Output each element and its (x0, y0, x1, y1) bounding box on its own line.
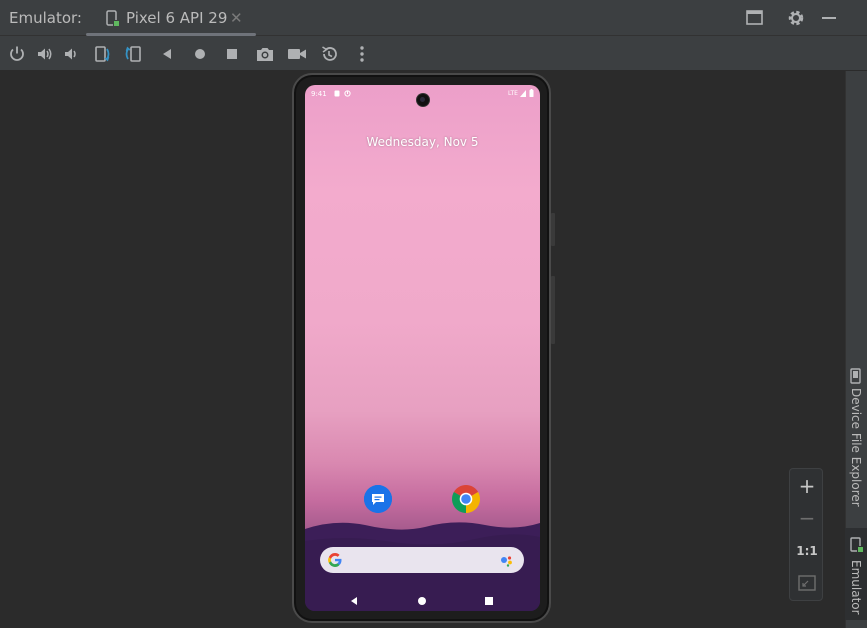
overview-icon[interactable] (221, 43, 243, 65)
tool-window-header: Emulator: Pixel 6 API 29 ✕ (0, 0, 867, 36)
close-icon[interactable]: ✕ (230, 9, 243, 27)
snapshot-icon[interactable] (319, 43, 341, 65)
minimize-icon[interactable] (819, 8, 839, 28)
tab-emulator[interactable]: Emulator (845, 528, 867, 620)
signal-icon (520, 90, 526, 99)
messages-icon[interactable] (364, 485, 392, 513)
tool-window-title: Emulator: (9, 9, 82, 27)
zoom-in-button[interactable]: + (795, 474, 819, 498)
volume-down-icon[interactable] (61, 43, 83, 65)
notification-icon (334, 90, 340, 99)
home-icon[interactable] (189, 43, 211, 65)
tab-device-file-explorer[interactable]: Device File Explorer (845, 364, 867, 514)
screenshot-icon[interactable] (254, 43, 276, 65)
google-search-bar[interactable] (320, 547, 524, 573)
rotate-right-icon[interactable] (123, 43, 145, 65)
tab-label: Emulator (849, 560, 863, 615)
power-icon[interactable] (6, 43, 28, 65)
screen-record-icon[interactable] (286, 43, 308, 65)
chrome-icon[interactable] (452, 485, 480, 513)
front-camera (417, 94, 429, 106)
more-icon[interactable] (351, 43, 373, 65)
gear-icon[interactable] (786, 8, 806, 28)
device-volume-button[interactable] (551, 276, 555, 344)
device-file-explorer-icon (850, 368, 862, 387)
rotate-left-icon[interactable] (90, 43, 112, 65)
assistant-icon[interactable] (500, 553, 514, 572)
device-screen[interactable]: 9:41 LTE Wednesday, Nov 5 (305, 85, 540, 611)
navigation-bar (305, 581, 540, 611)
back-icon[interactable] (156, 43, 178, 65)
tab-label: Device File Explorer (849, 388, 863, 507)
tab-pixel-6-api-29[interactable]: Pixel 6 API 29 ✕ (86, 0, 256, 36)
actual-size-button[interactable]: 1:1 (795, 539, 819, 563)
sync-icon (344, 90, 351, 99)
nav-back-icon[interactable] (349, 591, 359, 610)
google-logo-icon (327, 552, 343, 572)
network-label: LTE (508, 90, 518, 97)
nav-overview-icon[interactable] (484, 591, 494, 610)
volume-up-icon[interactable] (34, 43, 56, 65)
zoom-controls: + − 1:1 (789, 468, 823, 601)
device-side-button[interactable] (551, 213, 555, 246)
date-widget[interactable]: Wednesday, Nov 5 (305, 135, 540, 149)
device-icon (106, 10, 120, 28)
tab-label: Pixel 6 API 29 (126, 9, 228, 27)
nav-home-icon[interactable] (417, 591, 427, 610)
clock: 9:41 (311, 90, 327, 98)
fit-screen-icon[interactable] (795, 571, 819, 595)
maximize-icon[interactable] (745, 8, 765, 28)
emulator-toolbar (0, 36, 867, 71)
emulator-icon (850, 537, 864, 556)
battery-icon (529, 89, 534, 99)
emulator-window: Emulator: Pixel 6 API 29 ✕ 9:41 LTE Wedn… (0, 0, 867, 628)
zoom-out-button[interactable]: − (795, 506, 819, 530)
